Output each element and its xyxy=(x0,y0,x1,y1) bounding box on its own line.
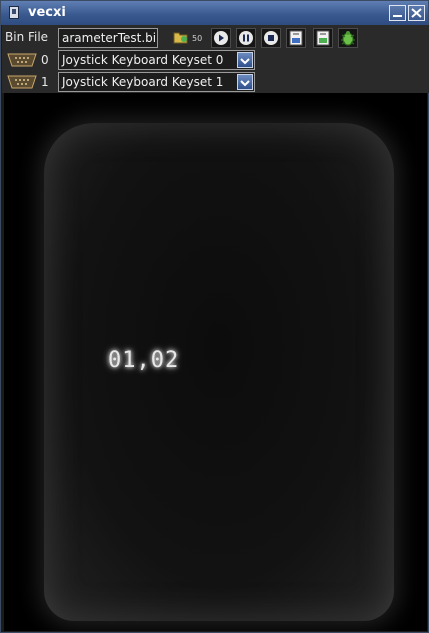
close-icon xyxy=(411,8,422,18)
load-state-button[interactable] xyxy=(313,28,333,48)
keyset-select-1[interactable]: Joystick Keyboard Keyset 1 xyxy=(58,72,255,92)
window-title: vecxi xyxy=(28,5,66,20)
title-bar[interactable]: vecxi xyxy=(1,1,428,25)
open-file-icon xyxy=(173,32,188,44)
load-state-icon xyxy=(316,30,330,46)
pause-button[interactable] xyxy=(236,28,256,48)
emulator-screen[interactable]: 01,02 xyxy=(4,93,427,631)
open-file-button[interactable] xyxy=(172,28,192,48)
save-state-icon xyxy=(289,30,303,46)
save-state-button[interactable] xyxy=(286,28,306,48)
play-button[interactable] xyxy=(211,28,231,48)
player-1-index: 1 xyxy=(41,75,49,89)
close-button[interactable] xyxy=(408,5,425,21)
debug-button[interactable] xyxy=(338,28,358,48)
speed-value: 50 xyxy=(192,34,203,43)
minimize-button[interactable] xyxy=(389,5,406,21)
dropdown-button[interactable] xyxy=(237,52,253,68)
screen-text: 01,02 xyxy=(108,348,180,373)
chevron-down-icon xyxy=(240,58,250,65)
pause-icon xyxy=(239,31,253,45)
keyset-select-0-value: Joystick Keyboard Keyset 0 xyxy=(62,53,224,67)
debug-bug-icon xyxy=(341,31,355,46)
stop-icon xyxy=(264,31,278,45)
crt-overlay xyxy=(44,123,394,621)
joystick-port-icon xyxy=(7,53,37,67)
joystick-port-icon xyxy=(7,75,37,89)
player-0-index: 0 xyxy=(41,53,49,67)
dropdown-button[interactable] xyxy=(237,74,253,90)
chevron-down-icon xyxy=(240,80,250,87)
play-icon xyxy=(214,31,228,45)
toolbar: Bin File arameterTest.bin 50 0 Joystick … xyxy=(2,25,429,93)
stop-button[interactable] xyxy=(261,28,281,48)
keyset-select-1-value: Joystick Keyboard Keyset 1 xyxy=(62,75,224,89)
keyset-select-0[interactable]: Joystick Keyboard Keyset 0 xyxy=(58,50,255,70)
bin-file-field[interactable]: arameterTest.bin xyxy=(58,28,158,48)
app-icon xyxy=(9,6,19,19)
vecxi-window: vecxi Bin File arameterTest.bin 50 0 Joy… xyxy=(0,0,429,633)
bin-file-label: Bin File xyxy=(5,30,49,44)
